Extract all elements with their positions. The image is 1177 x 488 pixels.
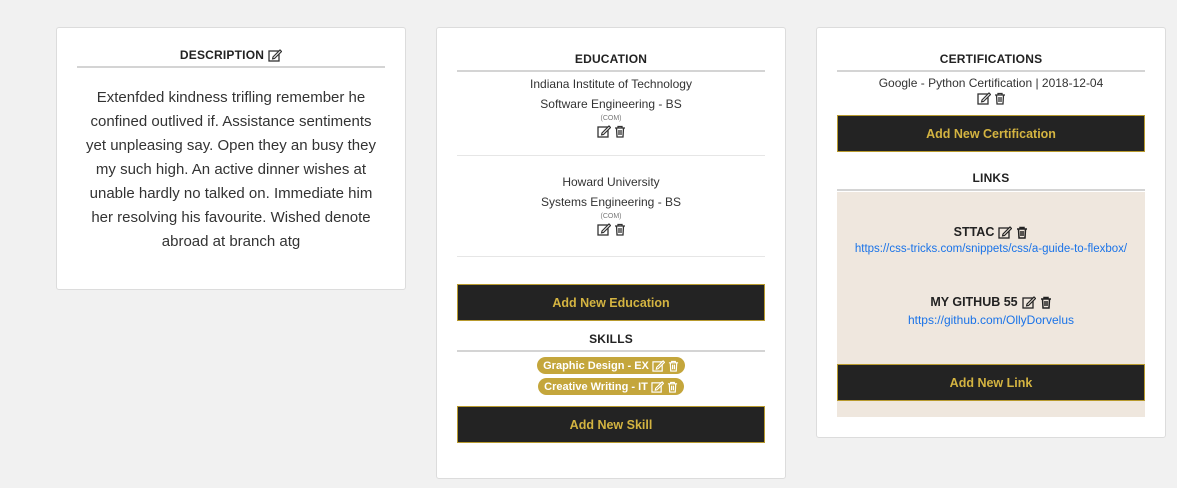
edit-icon[interactable] [1021, 295, 1036, 309]
certification-item: Google - Python Certification | 2018-12-… [837, 72, 1145, 105]
links-heading: LINKS [837, 171, 1145, 191]
skill-pill: Creative Writing - IT [538, 378, 684, 395]
trash-icon[interactable] [614, 223, 626, 236]
link-item: STTAC https://css-tricks.com/snippets/cs… [837, 225, 1145, 255]
edit-icon[interactable] [652, 359, 665, 372]
description-heading-label: DESCRIPTION [179, 48, 265, 62]
trash-icon[interactable] [994, 92, 1006, 105]
education-degree: Software Engineering - BS [540, 97, 682, 111]
add-skill-button[interactable]: Add New Skill [457, 406, 765, 443]
edit-icon[interactable] [976, 92, 991, 105]
skill-pill: Graphic Design - EX [537, 357, 685, 374]
education-item: Howard University Systems Engineering - … [457, 156, 765, 256]
edit-icon[interactable] [268, 48, 283, 62]
link-item: MY GITHUB 55 https://github.com/OllyDorv… [837, 295, 1145, 327]
skill-label: Graphic Design - EX [543, 359, 649, 372]
link-url[interactable]: https://css-tricks.com/snippets/css/a-gu… [837, 243, 1145, 255]
edit-icon[interactable] [596, 223, 611, 236]
skill-label: Creative Writing - IT [544, 380, 648, 393]
links-list: STTAC https://css-tricks.com/snippets/cs… [837, 192, 1145, 417]
edit-icon[interactable] [998, 225, 1013, 239]
add-education-button[interactable]: Add New Education [457, 284, 765, 321]
education-tag: (COM) [600, 115, 622, 122]
certification-label: Google - Python Certification | 2018-12-… [878, 76, 1104, 90]
description-heading: DESCRIPTION [77, 48, 385, 68]
trash-icon[interactable] [668, 360, 679, 372]
education-card: EDUCATION Indiana Institute of Technolog… [436, 27, 786, 479]
education-item: Indiana Institute of Technology Software… [457, 72, 765, 155]
link-title: STTAC [953, 225, 995, 239]
add-link-button[interactable]: Add New Link [837, 364, 1145, 401]
education-tag: (COM) [600, 213, 622, 220]
trash-icon[interactable] [667, 381, 678, 393]
certifications-card: CERTIFICATIONS Google - Python Certifica… [816, 27, 1166, 438]
trash-icon[interactable] [1040, 296, 1052, 309]
education-heading: EDUCATION [457, 52, 765, 72]
skills-heading: SKILLS [457, 332, 765, 352]
education-degree: Systems Engineering - BS [540, 195, 682, 209]
trash-icon[interactable] [1016, 226, 1028, 239]
trash-icon[interactable] [614, 125, 626, 138]
description-card: DESCRIPTION Extenfded kindness trifling … [56, 27, 406, 290]
description-text: Extenfded kindness trifling remember he … [86, 89, 376, 250]
edit-icon[interactable] [651, 380, 664, 393]
link-title: MY GITHUB 55 [930, 295, 1018, 309]
certifications-heading: CERTIFICATIONS [837, 52, 1145, 72]
divider [457, 256, 765, 257]
edit-icon[interactable] [596, 125, 611, 138]
education-school: Howard University [562, 175, 660, 189]
add-certification-button[interactable]: Add New Certification [837, 115, 1145, 152]
link-url[interactable]: https://github.com/OllyDorvelus [837, 313, 1145, 327]
education-school: Indiana Institute of Technology [530, 77, 692, 91]
